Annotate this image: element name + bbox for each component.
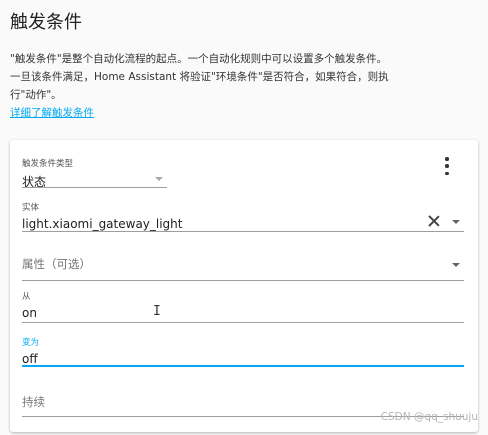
entity-value: light.xiaomi_gateway_light (22, 217, 183, 231)
trigger-type-label: 触发条件类型 (22, 159, 74, 169)
from-underline (22, 322, 464, 323)
text-cursor-icon: I (153, 304, 161, 319)
trigger-type-select[interactable]: 触发条件类型 状态 (22, 157, 167, 189)
to-input[interactable]: 变为 off (22, 336, 464, 367)
intro-line-2: 一旦该条件满足，Home Assistant 将验证"环境条件"是否符合，如果符… (10, 71, 389, 83)
trigger-type-underline (22, 187, 167, 188)
from-input[interactable]: 从 on (22, 290, 464, 323)
arrow-drop-down-icon[interactable] (452, 263, 460, 267)
attribute-select[interactable]: 属性（可选） (22, 256, 464, 281)
watermark: CSDN @qq_shuuju (380, 411, 478, 423)
trigger-card: 触发条件类型 状态 实体 light.xiaomi_gateway_light … (10, 140, 478, 432)
intro-line-3: 行"动作"。 (10, 89, 62, 101)
from-label: 从 (22, 292, 31, 302)
page-title: 触发条件 (10, 12, 82, 33)
entity-field[interactable]: 实体 light.xiaomi_gateway_light (22, 201, 464, 232)
intro-line-1: "触发条件"是整个自动化流程的起点。一个自动化规则中可以设置多个触发条件。 (10, 53, 388, 65)
from-value: on (22, 306, 37, 320)
intro-text: "触发条件"是整个自动化流程的起点。一个自动化规则中可以设置多个触发条件。 一旦… (10, 50, 480, 104)
duration-placeholder: 持续 (22, 395, 45, 409)
to-label: 变为 (22, 338, 40, 348)
to-value: off (22, 352, 38, 366)
to-underline-active (22, 365, 464, 367)
arrow-drop-down-icon[interactable] (452, 220, 460, 224)
menu-dot (445, 171, 449, 175)
learn-more-link[interactable]: 详细了解触发条件 (10, 105, 94, 120)
menu-dot (445, 164, 449, 168)
menu-dot (445, 157, 449, 161)
attribute-placeholder: 属性（可选） (22, 257, 91, 271)
arrow-drop-down-icon[interactable] (155, 177, 163, 181)
entity-label: 实体 (22, 203, 40, 213)
entity-underline (22, 231, 464, 232)
close-icon[interactable] (428, 215, 440, 227)
more-vert-icon[interactable] (442, 157, 452, 175)
attribute-underline (22, 280, 464, 281)
